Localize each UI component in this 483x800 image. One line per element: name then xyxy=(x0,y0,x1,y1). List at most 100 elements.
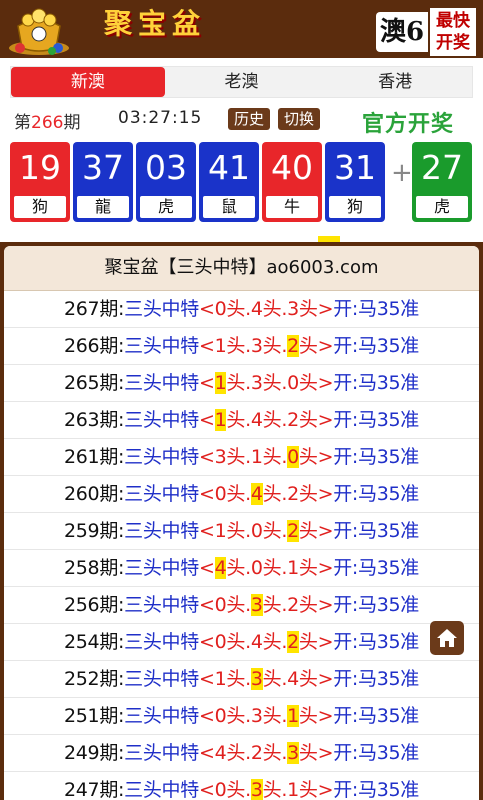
head-digit: 2 xyxy=(287,594,299,616)
header-bar: 聚宝盆 澳6 最快 开奖 xyxy=(0,0,483,58)
head-suffix: 头 xyxy=(298,594,318,616)
ball-zodiac: 牛 xyxy=(266,196,318,218)
row-result: 开:马35准 xyxy=(333,409,419,431)
head-suffix: 头 xyxy=(226,483,246,505)
head-prediction: 1头 xyxy=(214,372,245,394)
head-digit: 4 xyxy=(250,298,263,320)
list-item[interactable]: 265期:三头中特<1头.3头.0头>开:马35准 xyxy=(4,365,479,402)
row-period: 260期: xyxy=(63,483,125,505)
head-digit: 3 xyxy=(287,298,299,320)
head-digit: 1 xyxy=(214,335,227,357)
open-bracket: < xyxy=(198,779,215,800)
close-bracket: > xyxy=(317,557,334,579)
list-item[interactable]: 251期:三头中特<0头.3头.1头>开:马35准 xyxy=(4,698,479,735)
head-suffix: 头 xyxy=(262,668,282,690)
row-period: 261期: xyxy=(63,446,125,468)
row-period: 254期: xyxy=(63,631,125,653)
head-digit: 1 xyxy=(287,557,299,579)
official-draw-link[interactable]: 官方开奖 xyxy=(362,106,454,138)
list-item[interactable]: 266期:三头中特<1头.3头.2头>开:马35准 xyxy=(4,328,479,365)
ball-zodiac: 狗 xyxy=(329,196,381,218)
list-item[interactable]: 258期:三头中特<4头.0头.1头>开:马35准 xyxy=(4,550,479,587)
head-suffix: 头 xyxy=(262,446,282,468)
head-suffix: 头 xyxy=(298,372,318,394)
head-suffix: 头 xyxy=(262,335,282,357)
head-prediction: 0头 xyxy=(287,446,318,468)
list-item[interactable]: 252期:三头中特<1头.3头.4头>开:马35准 xyxy=(4,661,479,698)
head-suffix: 头 xyxy=(298,446,318,468)
list-item[interactable]: 260期:三头中特<0头.4头.2头>开:马35准 xyxy=(4,476,479,513)
close-bracket: > xyxy=(317,372,334,394)
tab-old-macau[interactable]: 老澳 xyxy=(165,67,319,97)
head-digit: 0 xyxy=(214,631,227,653)
ball-zodiac: 鼠 xyxy=(203,196,255,218)
row-label: 三头中特 xyxy=(124,446,199,468)
open-bracket: < xyxy=(198,298,215,320)
list-item[interactable]: 254期:三头中特<0头.4头.2头>开:马35准 xyxy=(4,624,479,661)
row-period: 267期: xyxy=(63,298,125,320)
home-button[interactable] xyxy=(430,621,464,655)
countdown-time: 03:27:15 xyxy=(118,108,203,128)
head-digit: 1 xyxy=(287,779,299,800)
badge-line-2: 开奖 xyxy=(436,33,470,53)
row-result: 开:马35准 xyxy=(333,705,419,727)
head-digit: 2 xyxy=(287,409,299,431)
list-item[interactable]: 249期:三头中特<4头.2头.3头>开:马35准 xyxy=(4,735,479,772)
head-prediction: 1头 xyxy=(215,335,246,357)
ball-number: 37 xyxy=(82,148,124,187)
period-prefix: 第 xyxy=(14,113,31,133)
tab-new-macau[interactable]: 新澳 xyxy=(11,67,165,97)
row-period: 252期: xyxy=(63,668,125,690)
tab-hong-kong[interactable]: 香港 xyxy=(318,67,472,97)
head-suffix: 头 xyxy=(298,779,318,800)
open-bracket: < xyxy=(198,520,215,542)
row-period: 249期: xyxy=(63,742,125,764)
head-digit: 2 xyxy=(287,520,299,542)
row-result: 开:马35准 xyxy=(333,335,419,357)
head-prediction: 4头 xyxy=(215,742,246,764)
close-bracket: > xyxy=(317,668,334,690)
open-bracket: < xyxy=(198,335,215,357)
row-result: 开:马35准 xyxy=(333,298,419,320)
head-digit: 4 xyxy=(250,631,263,653)
head-suffix: 头 xyxy=(262,298,282,320)
head-digit: 4 xyxy=(250,483,263,505)
list-item[interactable]: 263期:三头中特<1头.4头.2头>开:马35准 xyxy=(4,402,479,439)
row-result: 开:马35准 xyxy=(333,520,419,542)
head-suffix: 头 xyxy=(298,631,318,653)
head-prediction: 0头 xyxy=(251,520,282,542)
row-label: 三头中特 xyxy=(124,779,199,800)
head-prediction: 1头 xyxy=(287,779,318,800)
history-button[interactable]: 历史 xyxy=(228,108,271,130)
head-digit: 3 xyxy=(250,594,263,616)
head-prediction: 3头 xyxy=(251,705,282,727)
row-result: 开:马35准 xyxy=(333,779,419,800)
head-prediction: 4头 xyxy=(251,409,282,431)
head-suffix: 头 xyxy=(298,705,318,727)
list-item[interactable]: 256期:三头中特<0头.3头.2头>开:马35准 xyxy=(4,587,479,624)
close-bracket: > xyxy=(317,742,334,764)
head-prediction: 4头 xyxy=(214,557,245,579)
head-prediction: 0头 xyxy=(215,483,246,505)
list-item[interactable]: 267期:三头中特<0头.4头.3头>开:马35准 xyxy=(4,291,479,328)
row-period: 263期: xyxy=(63,409,125,431)
head-suffix: 头 xyxy=(226,742,246,764)
open-bracket: < xyxy=(198,557,215,579)
head-digit: 3 xyxy=(250,779,263,800)
ball-zodiac: 狗 xyxy=(14,196,66,218)
list-item[interactable]: 247期:三头中特<0头.3头.1头>开:马35准 xyxy=(4,772,479,800)
head-digit: 0 xyxy=(250,520,263,542)
period-number: 266 xyxy=(31,113,64,133)
row-label: 三头中特 xyxy=(124,668,199,690)
row-label: 三头中特 xyxy=(124,631,199,653)
head-suffix: 头 xyxy=(226,779,246,800)
head-digit: 1 xyxy=(214,668,227,690)
head-prediction: 0头 xyxy=(215,631,246,653)
row-label: 三头中特 xyxy=(124,372,199,394)
list-item[interactable]: 259期:三头中特<1头.0头.2头>开:马35准 xyxy=(4,513,479,550)
list-item[interactable]: 261期:三头中特<3头.1头.0头>开:马35准 xyxy=(4,439,479,476)
home-icon xyxy=(437,629,457,647)
head-prediction: 0头 xyxy=(215,594,246,616)
switch-button[interactable]: 切换 xyxy=(278,108,321,130)
plus-sign: + xyxy=(391,158,413,188)
